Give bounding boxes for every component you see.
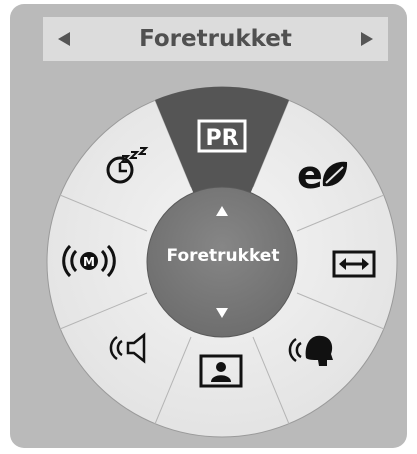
favorites-wheel: PR e M (46, 86, 398, 438)
picture-mode-label: PR (205, 126, 238, 151)
center-label: Foretrukket (166, 246, 280, 266)
picture-mode-icon: PR (197, 119, 247, 153)
eco-leaf-label: e (297, 153, 323, 197)
multi-audio-label: M (83, 255, 95, 269)
